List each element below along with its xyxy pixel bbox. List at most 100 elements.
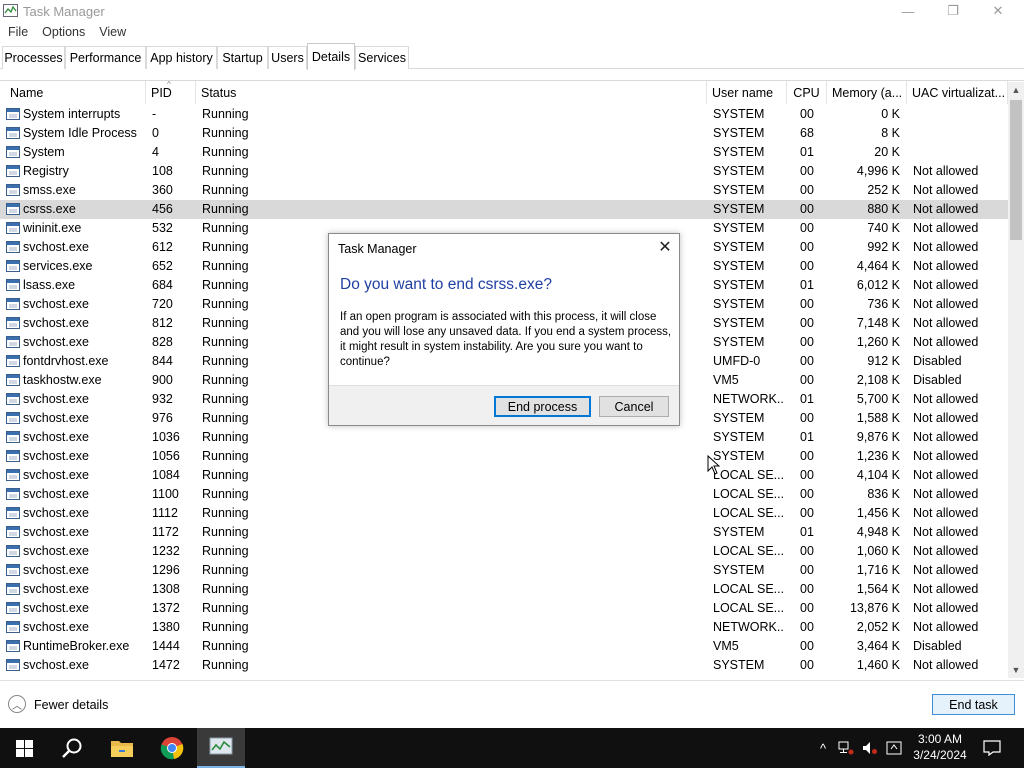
cell-cpu: 00 — [800, 658, 814, 672]
table-row[interactable]: System 4 Running SYSTEM 01 20 K — [0, 143, 1008, 162]
table-row[interactable]: svchost.exe 1472 Running SYSTEM 00 1,460 K Not… — [0, 656, 1008, 675]
cell-cpu: 00 — [800, 468, 814, 482]
table-row[interactable]: smss.exe 360 Running SYSTEM 00 252 K Not allow… — [0, 181, 1008, 200]
cell-memory: 13,876 K — [849, 601, 900, 615]
process-icon — [6, 488, 20, 500]
column-header-memory[interactable]: Memory (a... — [827, 81, 907, 104]
tab-performance[interactable]: Performance — [65, 46, 146, 69]
cell-memory: 1,260 K — [856, 335, 900, 349]
table-row[interactable]: csrss.exe 456 Running SYSTEM 00 880 K Not allo… — [0, 200, 1008, 219]
end-process-dialog: Task Manager ✕ Do you want to end csrss.… — [328, 233, 680, 426]
table-row[interactable]: svchost.exe 1372 Running LOCAL SE... 00 13,87… — [0, 599, 1008, 618]
menu-file[interactable]: File — [8, 25, 28, 39]
process-icon — [6, 222, 20, 234]
system-clock[interactable]: 3:00 AM 3/24/2024 — [900, 731, 980, 763]
table-row[interactable]: svchost.exe 1036 Running SYSTEM 01 9,876 K Not… — [0, 428, 1008, 447]
cell-memory: 9,876 K — [856, 430, 900, 444]
cell-memory: 8 K — [881, 126, 900, 140]
table-row[interactable]: svchost.exe 1084 Running LOCAL SE... 00 4,104… — [0, 466, 1008, 485]
cell-uac: Disabled — [913, 373, 962, 387]
tab-details[interactable]: Details — [307, 43, 355, 70]
column-header-cpu[interactable]: CPU — [787, 81, 827, 104]
column-header-user-name[interactable]: User name — [707, 81, 787, 104]
cell-user: SYSTEM — [713, 563, 765, 577]
chrome-button[interactable] — [148, 728, 196, 768]
column-header-pid[interactable]: PID — [146, 81, 196, 104]
table-row[interactable]: System Idle Process 0 Running SYSTEM 68 8 K — [0, 124, 1008, 143]
table-row[interactable]: svchost.exe 1308 Running LOCAL SE... 00 1,564… — [0, 580, 1008, 599]
column-header-status[interactable]: Status — [196, 81, 707, 104]
minimize-button[interactable]: — — [885, 0, 931, 22]
column-header-uac[interactable]: UAC virtualizat... — [907, 81, 1008, 104]
column-header-name[interactable]: Name — [5, 81, 146, 104]
start-button[interactable] — [0, 728, 48, 768]
vertical-scrollbar[interactable]: ▲ ▼ — [1008, 82, 1024, 678]
cell-pid: 1172 — [152, 525, 179, 539]
end-process-button[interactable]: End process — [494, 396, 591, 417]
cell-pid: 652 — [152, 259, 173, 273]
cell-user: LOCAL SE... — [713, 582, 785, 596]
tab-startup[interactable]: Startup — [217, 46, 268, 69]
cell-memory: 1,716 K — [856, 563, 900, 577]
cell-cpu: 00 — [800, 506, 814, 520]
fewer-details-link[interactable]: Fewer details — [34, 698, 108, 712]
cell-cpu: 00 — [800, 620, 814, 634]
end-task-button[interactable]: End task — [932, 694, 1015, 715]
dialog-close-icon[interactable]: ✕ — [655, 238, 675, 258]
menu-options[interactable]: Options — [42, 25, 85, 39]
scrollbar-thumb[interactable] — [1010, 100, 1022, 240]
cell-status: Running — [202, 126, 249, 140]
cell-memory: 992 K — [867, 240, 900, 254]
table-row[interactable]: RuntimeBroker.exe 1444 Running VM5 00 3,464 K… — [0, 637, 1008, 656]
tab-users[interactable]: Users — [268, 46, 307, 69]
task-manager-taskbar-button[interactable] — [197, 728, 245, 768]
table-row[interactable]: svchost.exe 1296 Running SYSTEM 00 1,716 K Not… — [0, 561, 1008, 580]
table-row[interactable]: System interrupts - Running SYSTEM 00 0 K — [0, 105, 1008, 124]
cell-pid: 828 — [152, 335, 173, 349]
close-button[interactable]: ✕ — [975, 0, 1021, 22]
table-row[interactable]: Registry 108 Running SYSTEM 00 4,996 K Not all… — [0, 162, 1008, 181]
tab-services[interactable]: Services — [355, 46, 409, 69]
file-explorer-button[interactable] — [98, 728, 146, 768]
table-row[interactable]: svchost.exe 1172 Running SYSTEM 01 4,948 K Not… — [0, 523, 1008, 542]
cell-memory: 1,460 K — [856, 658, 900, 672]
menu-bar: File Options View — [0, 22, 1024, 42]
cell-memory: 1,588 K — [856, 411, 900, 425]
cancel-button[interactable]: Cancel — [599, 396, 669, 417]
process-icon — [6, 317, 20, 329]
task-manager-icon — [3, 4, 18, 17]
show-hidden-icons-chevron-icon[interactable]: ^ — [814, 728, 832, 768]
process-icon — [6, 241, 20, 253]
table-row[interactable]: svchost.exe 1232 Running LOCAL SE... 00 1,060… — [0, 542, 1008, 561]
table-row[interactable]: svchost.exe 1380 Running NETWORK... 00 2,052 … — [0, 618, 1008, 637]
restore-button[interactable]: ❐ — [930, 0, 976, 22]
scroll-up-icon[interactable]: ▲ — [1008, 82, 1024, 98]
cell-user: SYSTEM — [713, 164, 765, 178]
scroll-down-icon[interactable]: ▼ — [1008, 662, 1024, 678]
table-row[interactable]: svchost.exe 1100 Running LOCAL SE... 00 836 K… — [0, 485, 1008, 504]
network-icon[interactable] — [836, 728, 856, 768]
chevron-up-icon[interactable]: ︿ — [8, 695, 26, 713]
cell-uac — [913, 143, 1008, 162]
table-row[interactable]: svchost.exe 1056 Running SYSTEM 00 1,236 K Not… — [0, 447, 1008, 466]
cell-pid: 1472 — [152, 658, 180, 672]
cell-cpu: 00 — [800, 544, 814, 558]
cell-pid: 108 — [152, 164, 173, 178]
cell-memory: 1,060 K — [856, 544, 900, 558]
menu-view[interactable]: View — [99, 25, 126, 39]
cell-user: LOCAL SE... — [713, 506, 785, 520]
cell-pid: 1100 — [152, 487, 179, 501]
cell-name: svchost.exe — [23, 297, 90, 311]
table-row[interactable]: svchost.exe 1112 Running LOCAL SE... 00 1,456… — [0, 504, 1008, 523]
search-button[interactable] — [48, 728, 96, 768]
cell-name: csrss.exe — [23, 202, 76, 216]
volume-muted-icon[interactable] — [860, 728, 880, 768]
action-center-button[interactable] — [980, 728, 1004, 768]
tab-app-history[interactable]: App history — [146, 46, 217, 69]
cell-user: SYSTEM — [713, 297, 765, 311]
cell-name: svchost.exe — [23, 544, 90, 558]
tab-processes[interactable]: Processes — [2, 46, 65, 69]
cell-user: LOCAL SE... — [713, 544, 785, 558]
cell-cpu: 01 — [800, 430, 814, 444]
process-icon — [6, 450, 20, 462]
